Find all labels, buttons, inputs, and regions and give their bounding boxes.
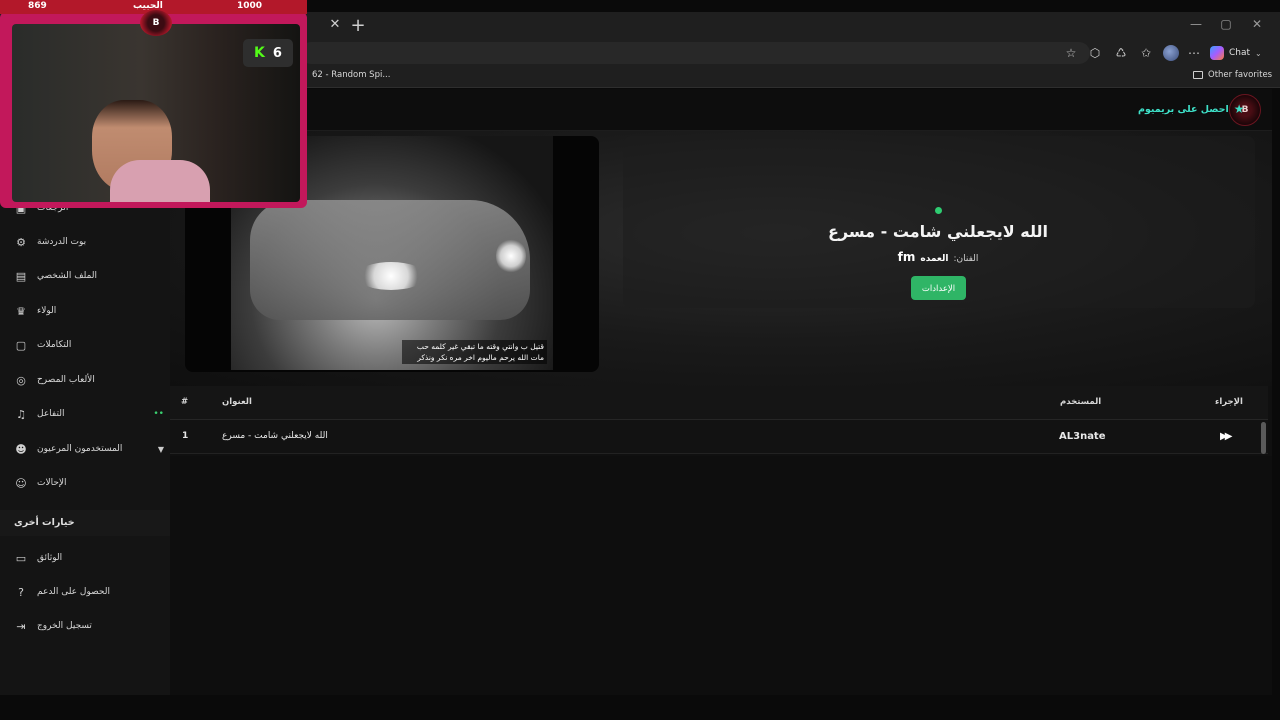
profile-avatar[interactable]: [1163, 45, 1179, 61]
sync-icon[interactable]: ♺: [1112, 44, 1130, 62]
sidebar-item-profile[interactable]: ▤ الملف الشخصي: [14, 265, 164, 287]
artist-label: الفنان:: [953, 254, 979, 264]
new-tab-button[interactable]: +: [349, 15, 367, 36]
sidebar-item-label: الألعاب المصرح: [37, 375, 95, 385]
get-premium-link[interactable]: احصل على بريميوم ★: [1138, 102, 1245, 116]
sidebar-item-interaction[interactable]: ♫ التفاعل ••: [14, 403, 164, 425]
trophy-icon: ♛: [16, 304, 26, 318]
sidebar-item-support[interactable]: ? الحصول على الدعم: [14, 581, 164, 603]
more-menu-icon[interactable]: ⋯: [1185, 44, 1203, 62]
overlay-right-stat: 1000: [237, 1, 263, 11]
document-icon: ▭: [15, 551, 27, 565]
sidebar-item-label: الملف الشخصي: [37, 271, 97, 281]
empty-area: [170, 456, 1272, 695]
song-artist: الفنان: العمده fm: [838, 250, 1038, 264]
status-badge: ••: [153, 409, 164, 419]
settings-button[interactable]: الإعدادات: [911, 276, 966, 300]
column-header-number: #: [181, 397, 189, 407]
copilot-label: Chat: [1229, 48, 1251, 58]
column-header-user: المستخدم: [1060, 397, 1102, 407]
sidebar-item-label: التفاعل: [37, 409, 65, 419]
star-icon: ★: [1233, 102, 1245, 116]
robot-icon: ⚙: [16, 235, 26, 249]
music-icon: ♫: [16, 407, 26, 421]
sidebar-item-label: التكاملات: [37, 340, 72, 350]
kick-viewer-widget: K 6: [243, 39, 293, 67]
chevron-down-icon: ▼: [157, 444, 164, 454]
caption-line: قتيل ب وانتي وقته ما تبقي غير كلمه حب: [416, 342, 544, 351]
user-group-icon: ☺: [15, 476, 27, 490]
sidebar-item-chatbot[interactable]: ⚙ بوت الدردشة: [14, 231, 164, 253]
sidebar-item-games[interactable]: ◎ الألعاب المصرح: [14, 369, 164, 391]
favorite-star-icon[interactable]: ☆: [1062, 44, 1080, 62]
sidebar-item-label: الولاء: [37, 306, 57, 316]
cover-car-shape: [250, 200, 530, 320]
sidebar-item-label: الحصول على الدعم: [37, 587, 110, 597]
cover-headlight: [356, 262, 426, 290]
tab-close-button[interactable]: ✕: [328, 17, 342, 33]
artist-name: العمده: [920, 254, 949, 264]
sidebar-item-referrals[interactable]: ☺ الإحالات: [14, 472, 164, 494]
puzzle-icon: ▢: [15, 338, 27, 352]
sidebar-item-logout[interactable]: ⇥ تسجيل الخروج: [14, 615, 164, 637]
other-favorites-label: Other favorites: [1208, 70, 1273, 80]
live-status-dot: [935, 207, 942, 214]
sidebar-item-label: الوثائق: [37, 553, 63, 563]
folder-icon: [1193, 71, 1203, 79]
window-minimize-button[interactable]: —: [1187, 17, 1205, 35]
skip-forward-icon[interactable]: ▶▶: [1220, 431, 1234, 443]
sidebar-item-label: تسجيل الخروج: [37, 621, 92, 631]
logout-icon: ⇥: [16, 619, 26, 633]
sidebar-section-title: خيارات أخرى: [14, 517, 75, 528]
kick-logo-icon: K: [254, 45, 265, 61]
sidebar-item-docs[interactable]: ▭ الوثائق: [14, 547, 164, 569]
viewer-count: 6: [272, 45, 282, 61]
copilot-icon: [1210, 46, 1224, 60]
extensions-icon[interactable]: ⬡: [1086, 44, 1104, 62]
sidebar-item-label: المستخدمون المرعيون: [37, 444, 123, 454]
row-user: AL3nate: [1059, 431, 1106, 442]
channel-badge: B: [140, 10, 172, 36]
copilot-chat-button[interactable]: Chat ⌄: [1210, 44, 1270, 62]
sidebar-item-moderated-users[interactable]: ☻ المستخدمون المرعيون ▼: [14, 438, 164, 460]
table-header: [170, 386, 1268, 420]
address-bar[interactable]: [300, 42, 1090, 64]
chevron-down-icon: ⌄: [1255, 48, 1262, 58]
premium-label: احصل على بريميوم: [1138, 103, 1229, 115]
artist-suffix: fm: [897, 250, 916, 264]
other-favorites-folder[interactable]: Other favorites: [1193, 70, 1272, 80]
cover-caption: قتيل ب وانتي وقته ما تبقي غير كلمه حب ما…: [402, 340, 547, 364]
sidebar-item-label: الإحالات: [37, 478, 67, 488]
help-icon: ?: [18, 585, 24, 599]
song-title: الله لايجعلني شامت - مسرع: [827, 222, 1049, 241]
webcam-overlay: 869 الحبيب 1000 B K 6: [0, 0, 307, 208]
collections-icon[interactable]: ✩: [1137, 44, 1155, 62]
window-close-button[interactable]: ✕: [1248, 17, 1266, 35]
users-icon: ☻: [15, 442, 27, 456]
row-number: 1: [182, 431, 189, 441]
caption-line: مات الله يرحم ماليوم اخر مره نكر ونذكر: [417, 353, 544, 362]
bookmark-item[interactable]: 62 - Random Spi...: [312, 70, 390, 80]
row-title: الله لايجعلني شامت - مسرع: [222, 431, 328, 441]
sidebar-item-loyalty[interactable]: ♛ الولاء: [14, 300, 164, 322]
streamer-shirt: [110, 160, 210, 202]
sidebar-item-label: بوت الدردشة: [37, 237, 87, 247]
id-card-icon: ▤: [15, 269, 27, 283]
gamepad-icon: ◎: [16, 373, 26, 387]
cover-headlight: [496, 238, 526, 274]
scrollbar-thumb[interactable]: [1261, 422, 1266, 454]
sidebar-item-integrations[interactable]: ▢ التكاملات: [14, 334, 164, 356]
column-header-action: الإجراء: [1215, 397, 1243, 407]
column-header-title: العنوان: [222, 397, 252, 407]
window-restore-button[interactable]: ▢: [1217, 17, 1235, 35]
overlay-left-stat: 869: [28, 1, 47, 11]
